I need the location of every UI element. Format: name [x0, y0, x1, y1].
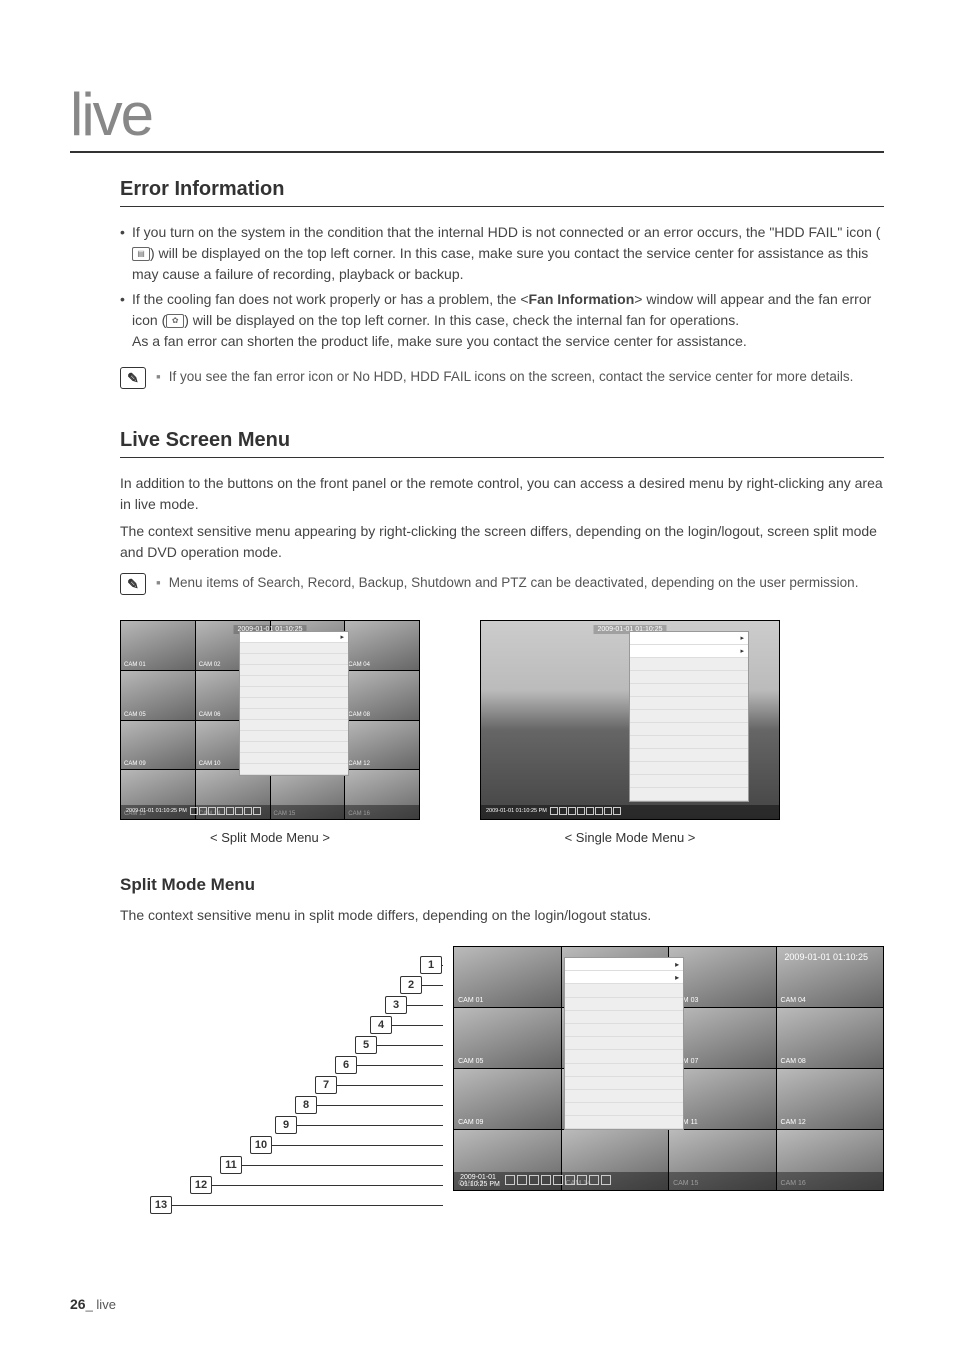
- split-mode-screenshot: CAM 01CAM 02CAM 03CAM 04CAM 05CAM 06CAM …: [120, 620, 420, 820]
- error-bullet-2: If the cooling fan does not work properl…: [120, 289, 884, 352]
- camera-tile: CAM 09: [121, 721, 195, 770]
- camera-tile: CAM 01: [454, 947, 560, 1007]
- note-bullet-icon: ▪: [156, 573, 161, 593]
- bottom-toolbar: 2009-01-01 01:10:25 PM: [121, 805, 419, 819]
- camera-tile: CAM 04: [345, 621, 419, 670]
- camera-tile: CAM 07: [669, 1008, 775, 1068]
- live-note-text: Menu items of Search, Record, Backup, Sh…: [169, 573, 859, 593]
- callout-6: 6: [120, 1056, 443, 1074]
- note-bullet-icon: ▪: [156, 367, 161, 387]
- live-menu-heading: Live Screen Menu: [120, 429, 884, 452]
- camera-tile: CAM 01: [121, 621, 195, 670]
- section-rule: [120, 206, 884, 207]
- split-mode-p1: The context sensitive menu in split mode…: [120, 905, 884, 926]
- error-bullets: If you turn on the system in the conditi…: [120, 222, 884, 352]
- note-icon: [120, 367, 146, 389]
- live-menu-p2: The context sensitive menu appearing by …: [120, 521, 884, 563]
- camera-tile: CAM 11: [669, 1069, 775, 1129]
- context-menu: ▸▸: [629, 631, 749, 802]
- note-icon: [120, 573, 146, 595]
- single-mode-screenshot: 2009-01-01 01:10:25 ▸▸ 2009-01-01 01:10:…: [480, 620, 780, 820]
- callout-5: 5: [120, 1036, 443, 1054]
- page-title: live: [70, 80, 884, 149]
- error-bullet-1: If you turn on the system in the conditi…: [120, 222, 884, 285]
- timestamp: 2009-01-01 01:10:25: [784, 952, 868, 962]
- callout-13: 13: [120, 1196, 443, 1214]
- context-menu-labeled: ▸▸: [564, 957, 684, 1130]
- bottom-toolbar: 2009-01-01 01:10:25 PM: [454, 1172, 883, 1190]
- camera-tile: CAM 08: [777, 1008, 883, 1068]
- live-menu-p1: In addition to the buttons on the front …: [120, 473, 884, 515]
- split-mode-diagram-screenshot: CAM 01CAM 02CAM 03CAM 04CAM 05CAM 06CAM …: [453, 946, 884, 1191]
- camera-tile: CAM 08: [345, 671, 419, 720]
- callout-12: 12: [120, 1176, 443, 1194]
- callout-8: 8: [120, 1096, 443, 1114]
- callout-9: 9: [120, 1116, 443, 1134]
- callout-10: 10: [120, 1136, 443, 1154]
- single-caption: < Single Mode Menu >: [565, 830, 696, 845]
- callout-7: 7: [120, 1076, 443, 1094]
- section-rule-2: [120, 457, 884, 458]
- callout-4: 4: [120, 1016, 443, 1034]
- callout-2: 2: [120, 976, 443, 994]
- callout-1: 1: [120, 956, 443, 974]
- camera-tile: CAM 12: [777, 1069, 883, 1129]
- camera-tile: CAM 05: [121, 671, 195, 720]
- screenshots-row: CAM 01CAM 02CAM 03CAM 04CAM 05CAM 06CAM …: [120, 620, 884, 845]
- split-mode-diagram: 12345678910111213 CAM 01CAM 02CAM 03CAM …: [120, 946, 884, 1216]
- camera-tile: CAM 03: [669, 947, 775, 1007]
- callout-3: 3: [120, 996, 443, 1014]
- camera-tile: CAM 05: [454, 1008, 560, 1068]
- split-mode-heading: Split Mode Menu: [120, 875, 884, 895]
- callout-11: 11: [120, 1156, 443, 1174]
- error-note-text: If you see the fan error icon or No HDD,…: [169, 367, 854, 387]
- error-note: ▪ If you see the fan error icon or No HD…: [120, 367, 884, 389]
- fan-error-icon: ✿: [166, 314, 184, 328]
- hdd-fail-icon: ▤: [132, 247, 150, 261]
- camera-tile: CAM 12: [345, 721, 419, 770]
- context-menu: ▸: [239, 631, 349, 776]
- live-note: ▪ Menu items of Search, Record, Backup, …: [120, 573, 884, 595]
- page-footer: 26_ live: [70, 1296, 116, 1312]
- split-caption: < Split Mode Menu >: [210, 830, 330, 845]
- bottom-toolbar: 2009-01-01 01:10:25 PM: [481, 805, 779, 819]
- error-heading: Error Information: [120, 178, 884, 201]
- camera-tile: CAM 09: [454, 1069, 560, 1129]
- title-rule: [70, 151, 884, 153]
